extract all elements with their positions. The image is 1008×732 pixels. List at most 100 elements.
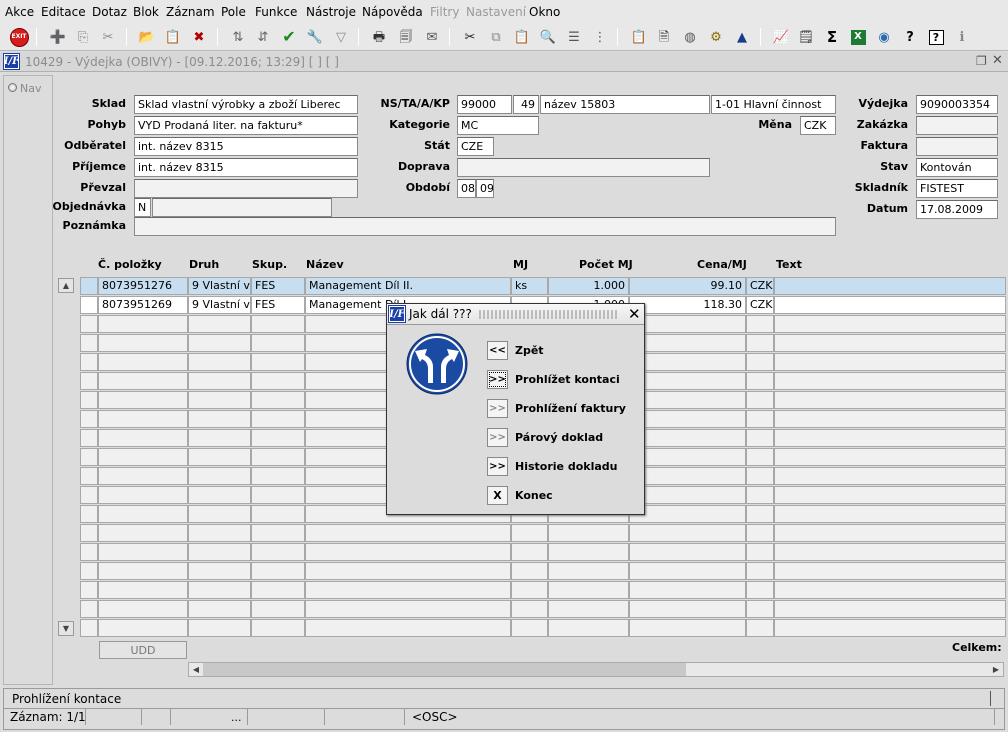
table-cell[interactable]	[80, 543, 98, 561]
restore-window-icon[interactable]: ❐	[976, 54, 987, 68]
table-cell[interactable]	[188, 619, 251, 637]
table-cell[interactable]	[774, 505, 1006, 523]
sklad-field[interactable]: Sklad vlastní výrobky a zboží Liberec	[134, 95, 358, 114]
scroll-right-icon[interactable]: ▶	[989, 663, 1003, 676]
udd-button[interactable]: UDD	[99, 641, 187, 659]
gear-icon[interactable]: ⚙	[706, 27, 726, 47]
sort-asc-icon[interactable]: ⇅	[228, 27, 248, 47]
menu-dotaz[interactable]: Dotaz	[92, 5, 127, 19]
a-field[interactable]: název 15803	[540, 95, 710, 114]
cell-text[interactable]	[774, 277, 1006, 295]
table-cell[interactable]	[188, 524, 251, 542]
cell-pocet[interactable]: 1.000	[548, 277, 629, 295]
table-cell[interactable]	[629, 391, 746, 409]
globe-icon[interactable]: ◍	[680, 27, 700, 47]
table-cell[interactable]	[629, 619, 746, 637]
table-cell[interactable]	[80, 334, 98, 352]
prijemce-field[interactable]: int. název 8315	[134, 158, 358, 177]
execute-query-icon[interactable]: 📋	[163, 27, 183, 47]
objednavka-field[interactable]	[152, 198, 332, 217]
table-cell[interactable]	[629, 600, 746, 618]
table-cell[interactable]	[188, 334, 251, 352]
kp-field[interactable]: 1-01 Hlavní činnost	[711, 95, 836, 114]
cell-polozka[interactable]: 8073951269	[98, 296, 188, 314]
stat-field[interactable]: CZE	[457, 137, 494, 156]
table-cell[interactable]	[98, 315, 188, 333]
mena-field[interactable]: CZK	[800, 116, 836, 135]
delete-record-icon[interactable]: ✂	[98, 27, 118, 47]
help-context-icon[interactable]: ?	[900, 27, 920, 47]
vydejka-field[interactable]: 9090003354	[916, 95, 998, 114]
table-cell[interactable]	[188, 581, 251, 599]
kategorie-field[interactable]: MC	[457, 116, 539, 135]
exit-button[interactable]: EXIT	[9, 27, 29, 47]
table-cell[interactable]	[251, 562, 305, 580]
table-cell[interactable]	[511, 524, 548, 542]
table-cell[interactable]	[305, 524, 511, 542]
table-cell[interactable]	[80, 410, 98, 428]
table-cell[interactable]	[746, 448, 774, 466]
wrench-icon[interactable]: 🔧	[305, 27, 325, 47]
pohyb-field[interactable]: VYD Prodaná liter. na fakturu*	[134, 116, 358, 135]
table-cell[interactable]	[80, 581, 98, 599]
table-cell[interactable]	[774, 315, 1006, 333]
table-cell[interactable]	[746, 543, 774, 561]
cell-mena[interactable]: CZK	[746, 277, 774, 295]
table-cell[interactable]	[629, 429, 746, 447]
table-cell[interactable]	[98, 372, 188, 390]
table-cell[interactable]	[188, 448, 251, 466]
table-cell[interactable]	[251, 505, 305, 523]
doprava-field[interactable]	[457, 158, 710, 177]
table-cell[interactable]	[629, 562, 746, 580]
table-cell[interactable]	[774, 581, 1006, 599]
menu-akce[interactable]: Akce	[5, 5, 34, 19]
table-cell[interactable]	[251, 619, 305, 637]
table-cell[interactable]	[98, 562, 188, 580]
table-cell[interactable]	[746, 600, 774, 618]
zakazka-field[interactable]	[916, 116, 998, 135]
table-cell[interactable]	[746, 486, 774, 504]
table-cell[interactable]	[80, 600, 98, 618]
dialog-close-icon[interactable]: ✕	[628, 305, 641, 323]
stav-field[interactable]: Kontován	[916, 158, 998, 177]
menu-napoveda[interactable]: Nápověda	[362, 5, 423, 19]
mountain-icon[interactable]: ▲	[732, 27, 752, 47]
table-cell[interactable]	[511, 600, 548, 618]
table-cell[interactable]	[629, 543, 746, 561]
table-cell[interactable]	[774, 334, 1006, 352]
table-cell[interactable]	[80, 524, 98, 542]
table-cell[interactable]	[305, 562, 511, 580]
list-icon[interactable]: ☰	[564, 27, 584, 47]
table-cell[interactable]	[188, 486, 251, 504]
menu-nastroje[interactable]: Nástroje	[306, 5, 356, 19]
horizontal-scrollbar[interactable]: ◀ ▶	[188, 662, 1004, 677]
table-cell[interactable]	[98, 467, 188, 485]
table-cell[interactable]	[746, 562, 774, 580]
table-cell[interactable]	[629, 410, 746, 428]
konec-label[interactable]: Konec	[515, 489, 553, 502]
table-cell[interactable]	[774, 372, 1006, 390]
table-cell[interactable]	[98, 486, 188, 504]
table-cell[interactable]	[774, 543, 1006, 561]
table-cell[interactable]	[98, 391, 188, 409]
menu-zaznam[interactable]: Záznam	[166, 5, 215, 19]
table-cell[interactable]	[251, 467, 305, 485]
table-cell[interactable]	[774, 391, 1006, 409]
table-cell[interactable]	[305, 543, 511, 561]
datum-field[interactable]: 17.08.2009	[916, 200, 998, 219]
table-cell[interactable]	[251, 391, 305, 409]
table-cell[interactable]	[188, 410, 251, 428]
table-cell[interactable]	[746, 505, 774, 523]
table-cell[interactable]	[251, 581, 305, 599]
table-cell[interactable]	[98, 581, 188, 599]
table-cell[interactable]	[629, 467, 746, 485]
cell-druh[interactable]: 9 Vlastní vý	[188, 296, 251, 314]
table-cell[interactable]	[188, 429, 251, 447]
table-cell[interactable]	[188, 315, 251, 333]
konec-button[interactable]: X	[487, 486, 508, 505]
table-cell[interactable]	[774, 600, 1006, 618]
table-cell[interactable]	[98, 429, 188, 447]
table-cell[interactable]	[80, 448, 98, 466]
filter-icon[interactable]: ▽	[331, 27, 351, 47]
table-cell[interactable]	[98, 600, 188, 618]
